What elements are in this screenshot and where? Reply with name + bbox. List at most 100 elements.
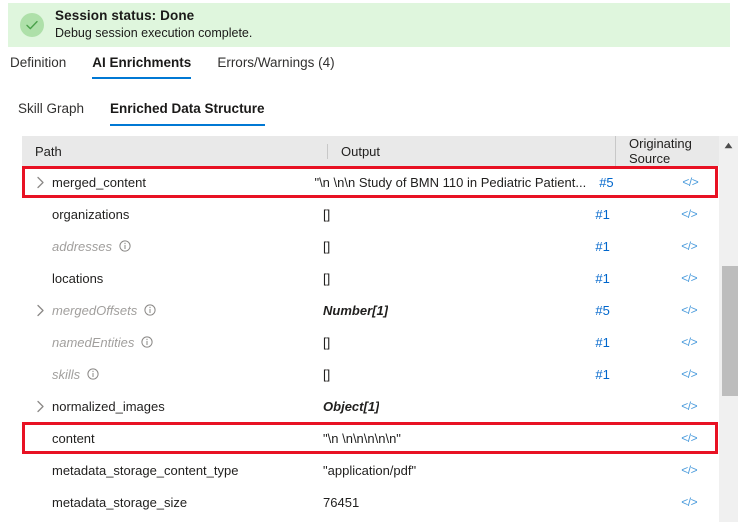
code-brackets-icon[interactable]: </> <box>681 495 697 509</box>
path-label: locations <box>52 270 104 286</box>
originating-source-link[interactable]: #1 <box>595 335 609 350</box>
cell-code-view: </> <box>681 303 719 317</box>
output-value: [] <box>323 206 331 222</box>
info-circle-icon[interactable] <box>87 368 99 380</box>
checkmark-circle-icon <box>20 13 44 37</box>
table-row[interactable]: locations [] #1 </> <box>22 262 719 294</box>
code-brackets-icon[interactable]: </> <box>681 239 697 253</box>
cell-originating-source: #1 <box>582 239 681 254</box>
cell-path: metadata_storage_size <box>22 495 310 510</box>
scroll-up-arrow-icon[interactable] <box>719 136 738 155</box>
cell-output: "\n \n\n\n\n\n" <box>310 431 582 446</box>
table-row[interactable]: metadata_storage_content_type "applicatio… <box>22 454 719 486</box>
code-brackets-icon[interactable]: </> <box>681 399 697 413</box>
cell-originating-source: #5 <box>586 175 682 190</box>
status-subtitle: Debug session execution complete. <box>55 26 253 41</box>
tab-errors-warnings[interactable]: Errors/Warnings (4) <box>217 55 334 79</box>
table-row[interactable]: normalized_images Object[1] </> <box>22 390 719 422</box>
table-row[interactable]: metadata_storage_size 76451 </> <box>22 486 719 518</box>
output-value: [] <box>323 238 331 254</box>
cell-output: Object[1] <box>310 399 582 414</box>
cell-originating-source: #1 <box>582 367 681 382</box>
primary-tab-bar: Definition AI Enrichments Errors/Warning… <box>10 55 361 79</box>
path-label: metadata_storage_content_type <box>52 462 239 478</box>
cell-path: merged_content <box>22 175 301 190</box>
code-brackets-icon[interactable]: </> <box>681 335 697 349</box>
scrollbar-thumb[interactable] <box>722 266 738 396</box>
code-brackets-icon[interactable]: </> <box>681 431 697 445</box>
cell-path: mergedOffsets <box>22 303 310 318</box>
output-value: [] <box>323 366 331 382</box>
code-brackets-icon[interactable]: </> <box>681 271 697 285</box>
tab-ai-enrichments[interactable]: AI Enrichments <box>92 55 192 79</box>
cell-output: [] <box>310 335 582 350</box>
cell-output: Number[1] <box>310 303 582 318</box>
code-brackets-icon[interactable]: </> <box>681 463 697 477</box>
session-status-banner: Session status: Done Debug session execu… <box>8 3 730 47</box>
tab-definition[interactable]: Definition <box>10 55 66 79</box>
table-row[interactable]: skills [] #1 </> <box>22 358 719 390</box>
output-value: Number[1] <box>323 302 389 318</box>
enriched-data-table: Path Output Originating Source merged_co… <box>22 136 738 522</box>
column-header-output: Output <box>327 143 615 159</box>
vertical-scrollbar[interactable] <box>719 136 738 522</box>
table-row[interactable]: mergedOffsets Number[1] #5 </> <box>22 294 719 326</box>
originating-source-link[interactable]: #5 <box>595 303 609 318</box>
code-brackets-icon[interactable]: </> <box>682 175 698 189</box>
cell-code-view: </> <box>682 175 719 189</box>
output-value: "\n \n\n Study of BMN 110 in Pediatric P… <box>314 174 587 190</box>
cell-path: addresses <box>22 239 310 254</box>
info-circle-icon[interactable] <box>141 336 153 348</box>
code-brackets-icon[interactable]: </> <box>681 207 697 221</box>
info-circle-icon[interactable] <box>119 240 131 252</box>
table-body: merged_content "\n \n\n Study of BMN 110 … <box>22 166 719 518</box>
cell-path: skills <box>22 367 310 382</box>
cell-output: "application/pdf" <box>310 463 582 478</box>
cell-code-view: </> <box>681 399 719 413</box>
cell-code-view: </> <box>681 239 719 253</box>
table-row[interactable]: organizations [] #1 </> <box>22 198 719 230</box>
cell-path: metadata_storage_content_type <box>22 463 310 478</box>
chevron-right-icon[interactable] <box>28 176 52 189</box>
chevron-right-icon[interactable] <box>28 304 52 317</box>
table-row[interactable]: namedEntities [] #1 </> <box>22 326 719 358</box>
tab-enriched-data-structure[interactable]: Enriched Data Structure <box>110 101 265 126</box>
cell-code-view: </> <box>681 495 719 509</box>
path-label: namedEntities <box>52 334 135 350</box>
chevron-right-icon[interactable] <box>28 400 52 413</box>
originating-source-link[interactable]: #1 <box>595 239 609 254</box>
path-label: mergedOffsets <box>52 302 138 318</box>
table-header-row: Path Output Originating Source <box>22 136 719 166</box>
cell-path: namedEntities <box>22 335 310 350</box>
originating-source-link[interactable]: #5 <box>599 175 613 190</box>
table-row[interactable]: merged_content "\n \n\n Study of BMN 110 … <box>22 166 719 198</box>
path-label: addresses <box>52 238 112 254</box>
output-value: [] <box>323 270 331 286</box>
table-row[interactable]: addresses [] #1 </> <box>22 230 719 262</box>
cell-output: [] <box>310 239 582 254</box>
status-title: Session status: Done <box>55 8 195 24</box>
cell-originating-source: #1 <box>582 207 681 222</box>
column-header-path: Path <box>35 143 62 159</box>
tab-skill-graph[interactable]: Skill Graph <box>18 101 84 126</box>
cell-code-view: </> <box>681 463 719 477</box>
code-brackets-icon[interactable]: </> <box>681 303 697 317</box>
cell-originating-source: #5 <box>582 303 681 318</box>
info-circle-icon[interactable] <box>144 304 156 316</box>
path-label: content <box>52 430 95 446</box>
path-label: skills <box>52 366 81 382</box>
cell-output: [] <box>310 207 582 222</box>
column-header-originating-source: Originating Source <box>615 136 719 166</box>
secondary-tab-bar: Skill Graph Enriched Data Structure <box>18 101 291 126</box>
originating-source-link[interactable]: #1 <box>595 207 609 222</box>
table-row[interactable]: content "\n \n\n\n\n\n" </> <box>22 422 719 454</box>
cell-output: [] <box>310 271 582 286</box>
cell-code-view: </> <box>681 367 719 381</box>
cell-path: normalized_images <box>22 399 310 414</box>
code-brackets-icon[interactable]: </> <box>681 367 697 381</box>
originating-source-link[interactable]: #1 <box>595 271 609 286</box>
output-value: "\n \n\n\n\n\n" <box>323 430 401 446</box>
cell-code-view: </> <box>681 207 719 221</box>
originating-source-link[interactable]: #1 <box>595 367 609 382</box>
cell-code-view: </> <box>681 335 719 349</box>
